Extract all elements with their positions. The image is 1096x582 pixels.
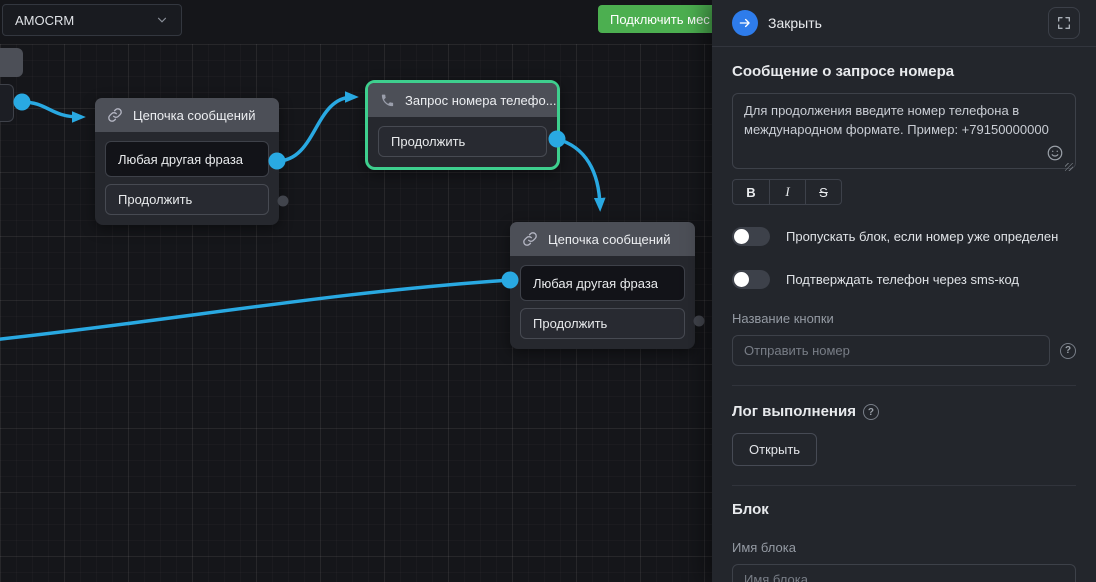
section-title-log: Лог выполнения?	[732, 403, 1076, 420]
node-phone-request[interactable]: Запрос номера телефо... Продолжить	[365, 80, 560, 170]
collapse-arrow-icon[interactable]	[732, 10, 758, 36]
phone-icon	[380, 93, 395, 108]
emoji-smiley-icon[interactable]	[1046, 144, 1064, 162]
divider	[732, 485, 1076, 486]
node-title: Цепочка сообщений	[133, 108, 255, 123]
message-textarea[interactable]: Для продолжения введите номер телефона в…	[732, 93, 1076, 169]
block-name-row	[732, 564, 1076, 582]
italic-button[interactable]: I	[769, 180, 805, 204]
node-row-any-phrase[interactable]: Любая другая фраза	[105, 141, 269, 177]
fullscreen-icon[interactable]	[1048, 7, 1080, 39]
offscreen-node-header[interactable]	[0, 48, 23, 77]
settings-panel: Закрыть Сообщение о запросе номера Для п…	[712, 0, 1096, 582]
node-row-continue[interactable]: Продолжить	[520, 308, 685, 339]
toggle-row-sms-confirm: Подтверждать телефон через sms-код	[732, 270, 1076, 289]
block-name-label: Имя блока	[732, 540, 1076, 555]
toggle-knob	[734, 272, 749, 287]
panel-body: Сообщение о запросе номера Для продолжен…	[712, 63, 1096, 582]
node-body: Продолжить	[368, 117, 557, 167]
node-title: Запрос номера телефо...	[405, 93, 557, 108]
node-row-any-phrase[interactable]: Любая другая фраза	[520, 265, 685, 301]
toggle-label: Подтверждать телефон через sms-код	[786, 272, 1019, 287]
close-button[interactable]: Закрыть	[768, 15, 822, 31]
app-window: Цепочка сообщений Любая другая фраза Про…	[0, 0, 1096, 582]
log-title-text: Лог выполнения	[732, 403, 856, 420]
open-log-button[interactable]: Открыть	[732, 433, 817, 466]
message-textarea-wrap: Для продолжения введите номер телефона в…	[732, 93, 1076, 174]
node-header[interactable]: Цепочка сообщений	[510, 222, 695, 256]
skip-block-toggle[interactable]	[732, 227, 770, 246]
toggle-row-skip-block: Пропускать блок, если номер уже определе…	[732, 227, 1076, 246]
textarea-resize-handle[interactable]	[1065, 163, 1073, 171]
node-message-chain-1[interactable]: Цепочка сообщений Любая другая фраза Про…	[95, 98, 279, 225]
panel-header: Закрыть	[712, 0, 1096, 47]
section-title-block: Блок	[732, 501, 1076, 518]
node-body: Любая другая фраза Продолжить	[510, 256, 695, 349]
strikethrough-button[interactable]: S	[805, 180, 841, 204]
button-name-label: Название кнопки	[732, 311, 1076, 326]
node-title: Цепочка сообщений	[548, 232, 670, 247]
node-body: Любая другая фраза Продолжить	[95, 132, 279, 225]
offscreen-node-row[interactable]	[0, 84, 14, 122]
section-title-message: Сообщение о запросе номера	[732, 63, 1076, 80]
node-row-continue[interactable]: Продолжить	[378, 126, 547, 157]
help-icon[interactable]: ?	[1060, 343, 1076, 359]
chain-link-icon	[107, 107, 123, 123]
node-header[interactable]: Запрос номера телефо...	[368, 83, 557, 117]
chain-link-icon	[522, 231, 538, 247]
button-name-row: ?	[732, 335, 1076, 366]
block-name-input[interactable]	[732, 564, 1076, 582]
node-row-continue[interactable]: Продолжить	[105, 184, 269, 215]
button-name-input[interactable]	[732, 335, 1050, 366]
workspace-select[interactable]: AMOCRM	[2, 4, 182, 36]
bold-button[interactable]: B	[733, 180, 769, 204]
workspace-select-value: AMOCRM	[15, 13, 74, 28]
text-format-toolbar: B I S	[732, 179, 842, 205]
chevron-down-icon	[155, 13, 169, 27]
sms-confirm-toggle[interactable]	[732, 270, 770, 289]
divider	[732, 385, 1076, 386]
toggle-knob	[734, 229, 749, 244]
node-message-chain-2[interactable]: Цепочка сообщений Любая другая фраза Про…	[510, 222, 695, 349]
flow-canvas[interactable]: Цепочка сообщений Любая другая фраза Про…	[0, 0, 712, 582]
toggle-label: Пропускать блок, если номер уже определе…	[786, 229, 1058, 244]
node-header[interactable]: Цепочка сообщений	[95, 98, 279, 132]
help-icon[interactable]: ?	[863, 404, 879, 420]
